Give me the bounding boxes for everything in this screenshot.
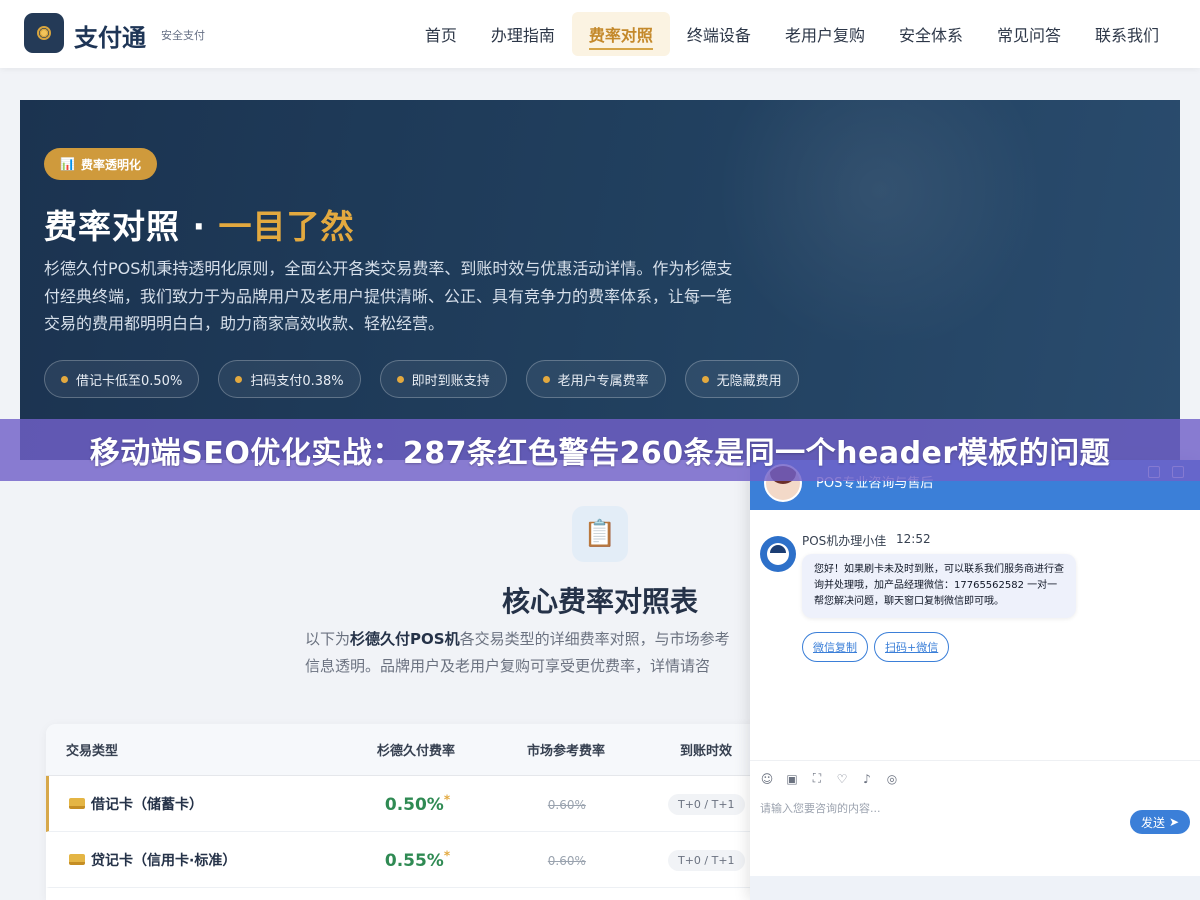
hero-badge: 📊 费率透明化 xyxy=(44,148,157,180)
brand-tagline: 安全支付 xyxy=(161,29,205,42)
rate-table: 交易类型 杉德久付费率 市场参考费率 到账时效 借记卡（储蓄卡） 0.50%* … xyxy=(46,724,766,900)
desc-bold: 杉德久付POS机 xyxy=(350,630,460,648)
table-header: 交易类型 杉德久付费率 市场参考费率 到账时效 xyxy=(46,724,766,776)
screenshot-icon[interactable]: ⛶ xyxy=(810,771,824,786)
send-label: 发送 xyxy=(1140,815,1165,830)
bot-avatar xyxy=(760,536,796,572)
table-row: 贷记卡（信用卡·标准） 0.55%* 0.60% T+0 / T+1 xyxy=(46,832,766,888)
nav-rates[interactable]: 费率对照 xyxy=(571,12,670,56)
sound-icon[interactable]: ♪ xyxy=(860,772,874,786)
chat-messages: POS机办理小佳 12:52 您好！如果刷卡未及时到账，可以联系我们服务商进行查… xyxy=(750,510,1200,760)
table-row: 借记卡（储蓄卡） 0.50%* 0.60% T+0 / T+1 xyxy=(46,776,766,832)
scan-wechat-button[interactable]: 扫码+微信 xyxy=(874,632,950,662)
main-nav: 首页 办理指南 费率对照 终端设备 老用户复购 安全体系 常见问答 联系我们 xyxy=(408,12,1176,56)
wechat-icon[interactable]: ◎ xyxy=(885,772,899,786)
hero-title-accent: 一目了然 xyxy=(218,207,355,246)
row-rate: 0.50% xyxy=(384,794,444,815)
copy-wechat-button[interactable]: 微信复制 xyxy=(802,632,868,662)
hero-description: 杉德久付POS机秉持透明化原则，全面公开各类交易费率、到账时效与优惠活动详情。作… xyxy=(44,259,733,333)
nav-security[interactable]: 安全体系 xyxy=(882,12,980,56)
nav-guide[interactable]: 办理指南 xyxy=(474,12,572,56)
col-header-settle: 到账时效 xyxy=(679,744,732,759)
image-icon[interactable]: ▣ xyxy=(785,772,799,786)
message-time: 12:52 xyxy=(896,532,931,546)
dot-icon xyxy=(542,375,550,383)
col-header-rate: 杉德久付费率 xyxy=(376,744,455,759)
dot-icon xyxy=(61,375,68,383)
logo-icon[interactable] xyxy=(24,13,64,53)
chat-footer xyxy=(750,876,1200,900)
hero-title: 费率对照 · 一目了然 xyxy=(44,200,355,248)
desc-prefix: 以下为 xyxy=(305,630,351,648)
nav-devices[interactable]: 终端设备 xyxy=(670,12,768,56)
article-title-banner: 移动端SEO优化实战：287条红色警告260条是同一个header模板的问题 xyxy=(0,419,1200,481)
feature-pill-label: 扫码支付0.38% xyxy=(250,373,344,389)
send-button[interactable]: 发送 ➤ xyxy=(1130,810,1190,834)
nav-faq[interactable]: 常见问答 xyxy=(980,12,1078,56)
quick-actions: 微信复制 扫码+微信 xyxy=(802,632,950,662)
feature-pill-label: 即时到账支持 xyxy=(411,373,490,389)
row-rate: 0.55% xyxy=(384,850,444,871)
row-market-rate: 0.60% xyxy=(547,854,586,868)
hero-feature-pills: 借记卡低至0.50% 扫码支付0.38% 即时到账支持 老用户专属费率 无隐藏费… xyxy=(44,360,799,398)
col-header-market: 市场参考费率 xyxy=(526,744,605,759)
dot-icon xyxy=(235,375,243,383)
card-icon xyxy=(69,854,85,865)
clipboard-icon: 📋 xyxy=(572,506,628,562)
emoji-icon[interactable]: ☺ xyxy=(760,772,774,786)
nav-home[interactable]: 首页 xyxy=(408,12,474,56)
feature-pill-label: 无隐藏费用 xyxy=(716,373,782,389)
feature-pill-label: 老用户专属费率 xyxy=(557,373,649,389)
message-bubble: 您好！如果刷卡未及时到账，可以联系我们服务商进行查询并处理哦，加产品经理微信：1… xyxy=(802,554,1076,618)
desc-rest: 各交易类型的详细费率对照，与市场参考 xyxy=(459,630,730,648)
nav-contact[interactable]: 联系我们 xyxy=(1078,12,1176,56)
feature-pill: 扫码支付0.38% xyxy=(218,360,361,398)
feature-pill: 老用户专属费率 xyxy=(525,360,666,398)
chat-widget: POS专业咨询与售后 POS机办理小佳 12:52 您好！如果刷卡未及时到账，可… xyxy=(750,460,1200,900)
rating-icon[interactable]: ♡ xyxy=(835,772,849,786)
hero-section: 📊 费率透明化 费率对照 · 一目了然 杉德久付POS机秉持透明化原则，全面公开… xyxy=(20,100,1180,460)
row-type: 借记卡（储蓄卡） xyxy=(91,796,203,813)
row-rate-star: * xyxy=(443,792,451,807)
col-header-type: 交易类型 xyxy=(66,744,119,759)
feature-pill: 即时到账支持 xyxy=(379,360,507,398)
brand-name[interactable]: 支付通 xyxy=(74,18,146,53)
chart-icon: 📊 xyxy=(60,157,75,171)
dot-icon xyxy=(396,375,404,383)
site-header: 支付通 安全支付 首页 办理指南 费率对照 终端设备 老用户复购 安全体系 常见… xyxy=(0,0,1200,68)
row-market-rate: 0.60% xyxy=(547,798,586,812)
desc-line2: 信息透明。品牌用户及老用户复购可享受更优费率，详情请咨 xyxy=(305,657,711,675)
chat-input[interactable]: 请输入您要咨询的内容... xyxy=(760,800,881,816)
banner-text: 移动端SEO优化实战：287条红色警告260条是同一个header模板的问题 xyxy=(89,436,1111,471)
hero-title-main: 费率对照 · xyxy=(44,207,219,246)
message-sender: POS机办理小佳 xyxy=(802,534,887,548)
feature-pill: 无隐藏费用 xyxy=(684,360,799,398)
hero-badge-label: 费率透明化 xyxy=(80,157,141,172)
feature-pill: 借记卡低至0.50% xyxy=(44,360,200,398)
dot-icon xyxy=(701,375,709,383)
row-settle: T+0 / T+1 xyxy=(667,849,745,871)
feature-pill-label: 借记卡低至0.50% xyxy=(76,373,183,389)
card-icon xyxy=(69,798,85,809)
row-settle: T+0 / T+1 xyxy=(667,793,745,815)
nav-repurchase[interactable]: 老用户复购 xyxy=(768,12,882,56)
send-icon: ➤ xyxy=(1168,815,1180,829)
row-rate-star: * xyxy=(443,848,451,863)
row-type: 贷记卡（信用卡·标准） xyxy=(91,852,237,869)
chat-toolbar: ☺ ▣ ⛶ ♡ ♪ ◎ xyxy=(750,760,1200,796)
